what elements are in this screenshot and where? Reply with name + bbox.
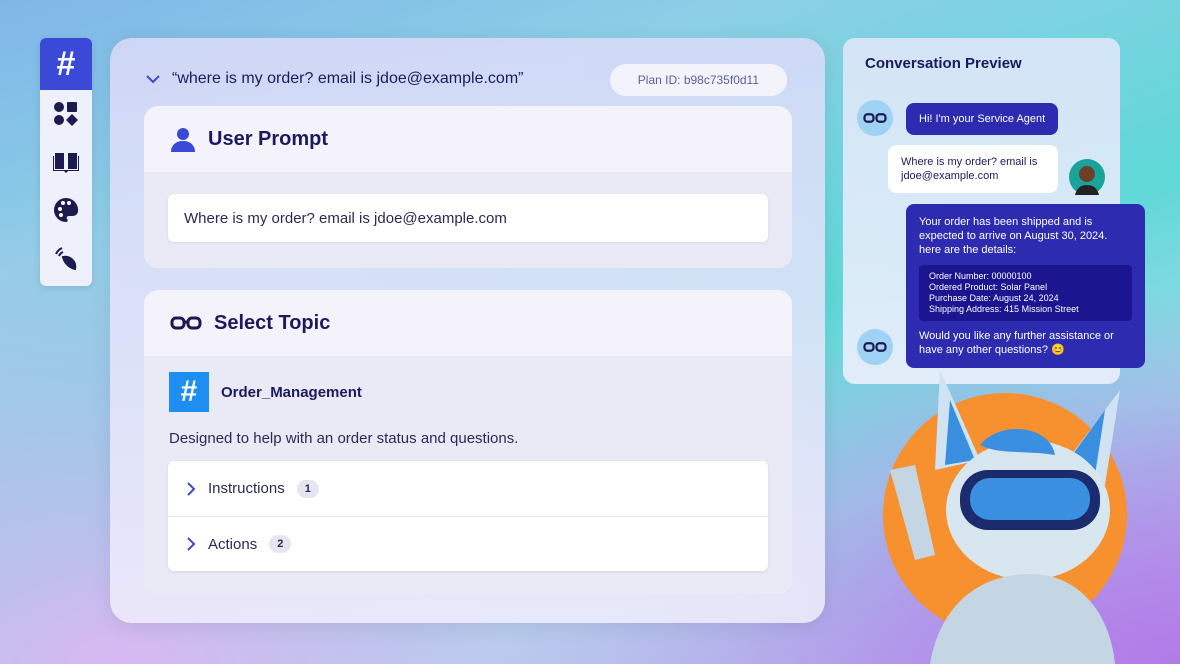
order-number: Order Number: 00000100 (929, 271, 1032, 281)
section-label: Instructions (208, 480, 285, 497)
query-toggle[interactable]: “where is my order? email is jdoe@exampl… (146, 70, 523, 88)
user-avatar (1069, 159, 1105, 195)
glasses-icon (863, 113, 887, 123)
topic-name: Order_Management (221, 383, 362, 401)
palette-icon (54, 197, 79, 222)
agent-avatar (857, 100, 893, 136)
section-instructions[interactable]: Instructions 1 (168, 461, 768, 516)
sidebar-item-shapes[interactable] (40, 90, 92, 138)
count-badge: 2 (269, 535, 292, 553)
sidebar-item-signal[interactable] (40, 234, 92, 282)
followup-text: Would you like any further assistance or… (919, 330, 1114, 356)
user-message: Where is my order? email is jdoe@example… (888, 145, 1058, 193)
agent-message-order: Your order has been shipped and is expec… (906, 204, 1145, 368)
signal-icon (55, 247, 77, 271)
shipping-address: Shipping Address: 415 Mission Street (929, 304, 1079, 314)
sidebar-item-palette[interactable] (40, 186, 92, 234)
purchase-date: Purchase Date: August 24, 2024 (929, 293, 1059, 303)
hash-icon: # (56, 44, 76, 83)
plan-id-badge: Plan ID: b98c735f0d11 (609, 64, 787, 96)
chevron-right-icon (187, 537, 196, 551)
chevron-right-icon (187, 481, 196, 496)
sidebar-rail: # (40, 38, 92, 286)
glasses-icon (170, 316, 202, 330)
user-prompt-field[interactable]: Where is my order? email is jdoe@example… (168, 194, 768, 242)
user-prompt-card: User Prompt Where is my order? email is … (144, 106, 792, 268)
message-text: Your order has been shipped and is expec… (919, 216, 1108, 256)
count-badge: 1 (296, 479, 319, 498)
glasses-icon (863, 342, 887, 352)
ordered-product: Ordered Product: Solar Panel (929, 282, 1048, 292)
user-icon (171, 128, 195, 152)
query-text: “where is my order? email is jdoe@exampl… (172, 70, 524, 87)
select-topic-card: Select Topic # Order_Management Designed… (144, 290, 792, 594)
sidebar-item-library[interactable] (40, 138, 92, 186)
mascot-illustration (883, 370, 1127, 664)
plan-panel: “where is my order? email is jdoe@exampl… (110, 38, 825, 623)
conversation-title: Conversation Preview (865, 55, 1022, 72)
chevron-down-icon (146, 75, 160, 84)
shapes-icon (54, 102, 78, 126)
topic-sections: Instructions 1 Actions 2 (168, 461, 768, 571)
conversation-preview: Conversation Preview Hi! I'm your Servic… (843, 38, 1145, 384)
order-details: Order Number: 00000100 Ordered Product: … (919, 265, 1132, 321)
section-actions[interactable]: Actions 2 (168, 516, 768, 571)
sidebar-item-topics[interactable]: # (40, 38, 92, 90)
card-title: Select Topic (214, 311, 331, 334)
hash-icon: # (169, 372, 209, 412)
person-photo-icon (1075, 166, 1099, 195)
card-title: User Prompt (208, 127, 329, 150)
agent-message: Hi! I'm your Service Agent (906, 103, 1059, 135)
topic-description: Designed to help with an order status an… (169, 430, 519, 447)
section-label: Actions (208, 535, 258, 553)
book-icon (53, 153, 79, 173)
